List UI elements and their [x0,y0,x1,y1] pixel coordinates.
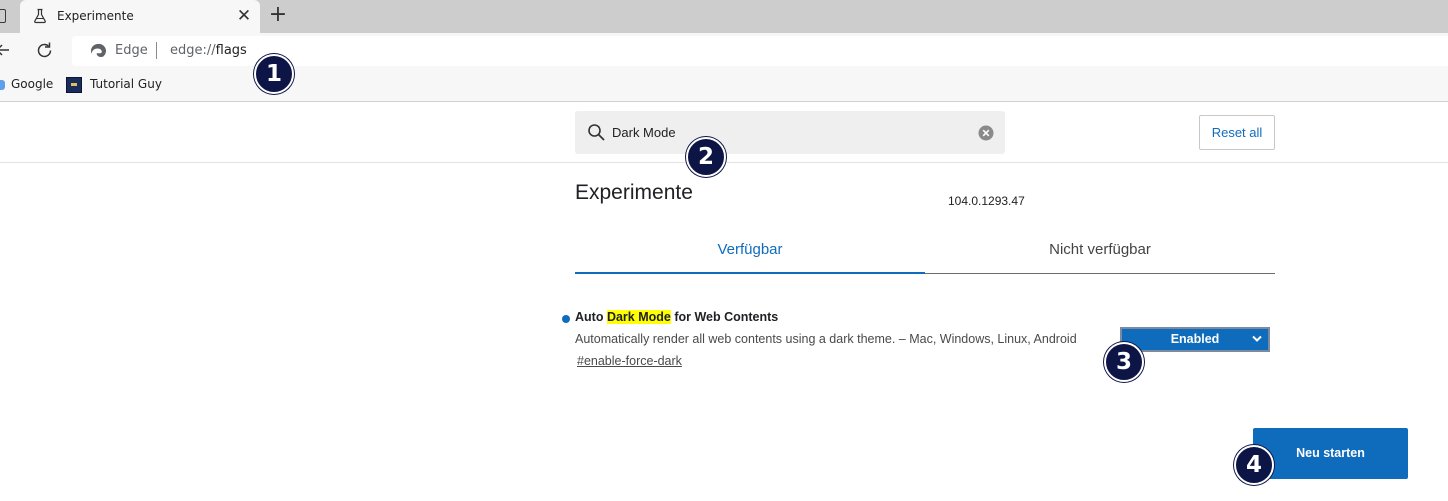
search-icon [588,124,605,141]
experiment-title-prefix: Auto [575,310,607,324]
close-tab-icon[interactable]: ✕ [234,6,254,26]
browser-tab[interactable]: Experimente ✕ [20,0,260,33]
step-badge-2: 2 [686,137,726,177]
edge-logo-icon [91,43,106,57]
bookmark-google[interactable]: Google [11,77,53,91]
modified-indicator-dot [562,315,570,323]
reload-icon[interactable] [35,41,54,60]
browser-toolbar: Edge edge://flags [0,33,1448,69]
step-badge-3: 3 [1104,342,1144,382]
select-value: Enabled [1170,332,1220,346]
relaunch-button[interactable]: Neu starten [1253,428,1408,479]
chevron-down-icon [1252,335,1262,342]
google-favicon-icon [0,80,5,90]
url-text: edge://flags [170,43,247,58]
search-match-highlight: Dark Mode [606,310,671,324]
page-title: Experimente [575,181,693,204]
experiment-title: Auto Dark Mode for Web Contents [575,310,778,324]
tab-actions-icon[interactable] [0,9,6,23]
bookmark-tutorial-guy[interactable]: Tutorial Guy [90,77,162,91]
url-host: flags [215,43,247,58]
experiment-description: Automatically render all web contents us… [575,332,1077,346]
experiment-permalink[interactable]: #enable-force-dark [577,354,682,368]
tab-unavailable[interactable]: Nicht verfügbar [925,228,1275,274]
url-scheme: edge:// [170,43,216,58]
flask-icon [34,8,46,24]
address-divider [156,42,157,59]
tutorial-guy-favicon-icon [66,77,82,93]
tab-strip: Experimente ✕ + [0,0,1448,33]
new-tab-button[interactable]: + [264,3,292,29]
version-label: 104.0.1293.47 [948,194,1025,208]
experiment-title-suffix: for Web Contents [670,310,779,324]
clear-search-icon[interactable] [978,125,994,141]
site-identity-label: Edge [115,43,148,58]
search-input[interactable] [612,122,972,142]
search-box[interactable] [575,111,1005,154]
step-badge-1: 1 [254,54,294,94]
bookmarks-bar: Google Tutorial Guy [0,69,1448,102]
back-arrow-icon[interactable] [0,41,12,59]
step-badge-4: 4 [1234,445,1274,485]
tab-title: Experimente [57,9,134,23]
experiment-state-select[interactable]: Enabled [1120,327,1270,352]
tab-available[interactable]: Verfügbar [575,228,925,274]
reset-all-button[interactable]: Reset all [1199,115,1275,150]
